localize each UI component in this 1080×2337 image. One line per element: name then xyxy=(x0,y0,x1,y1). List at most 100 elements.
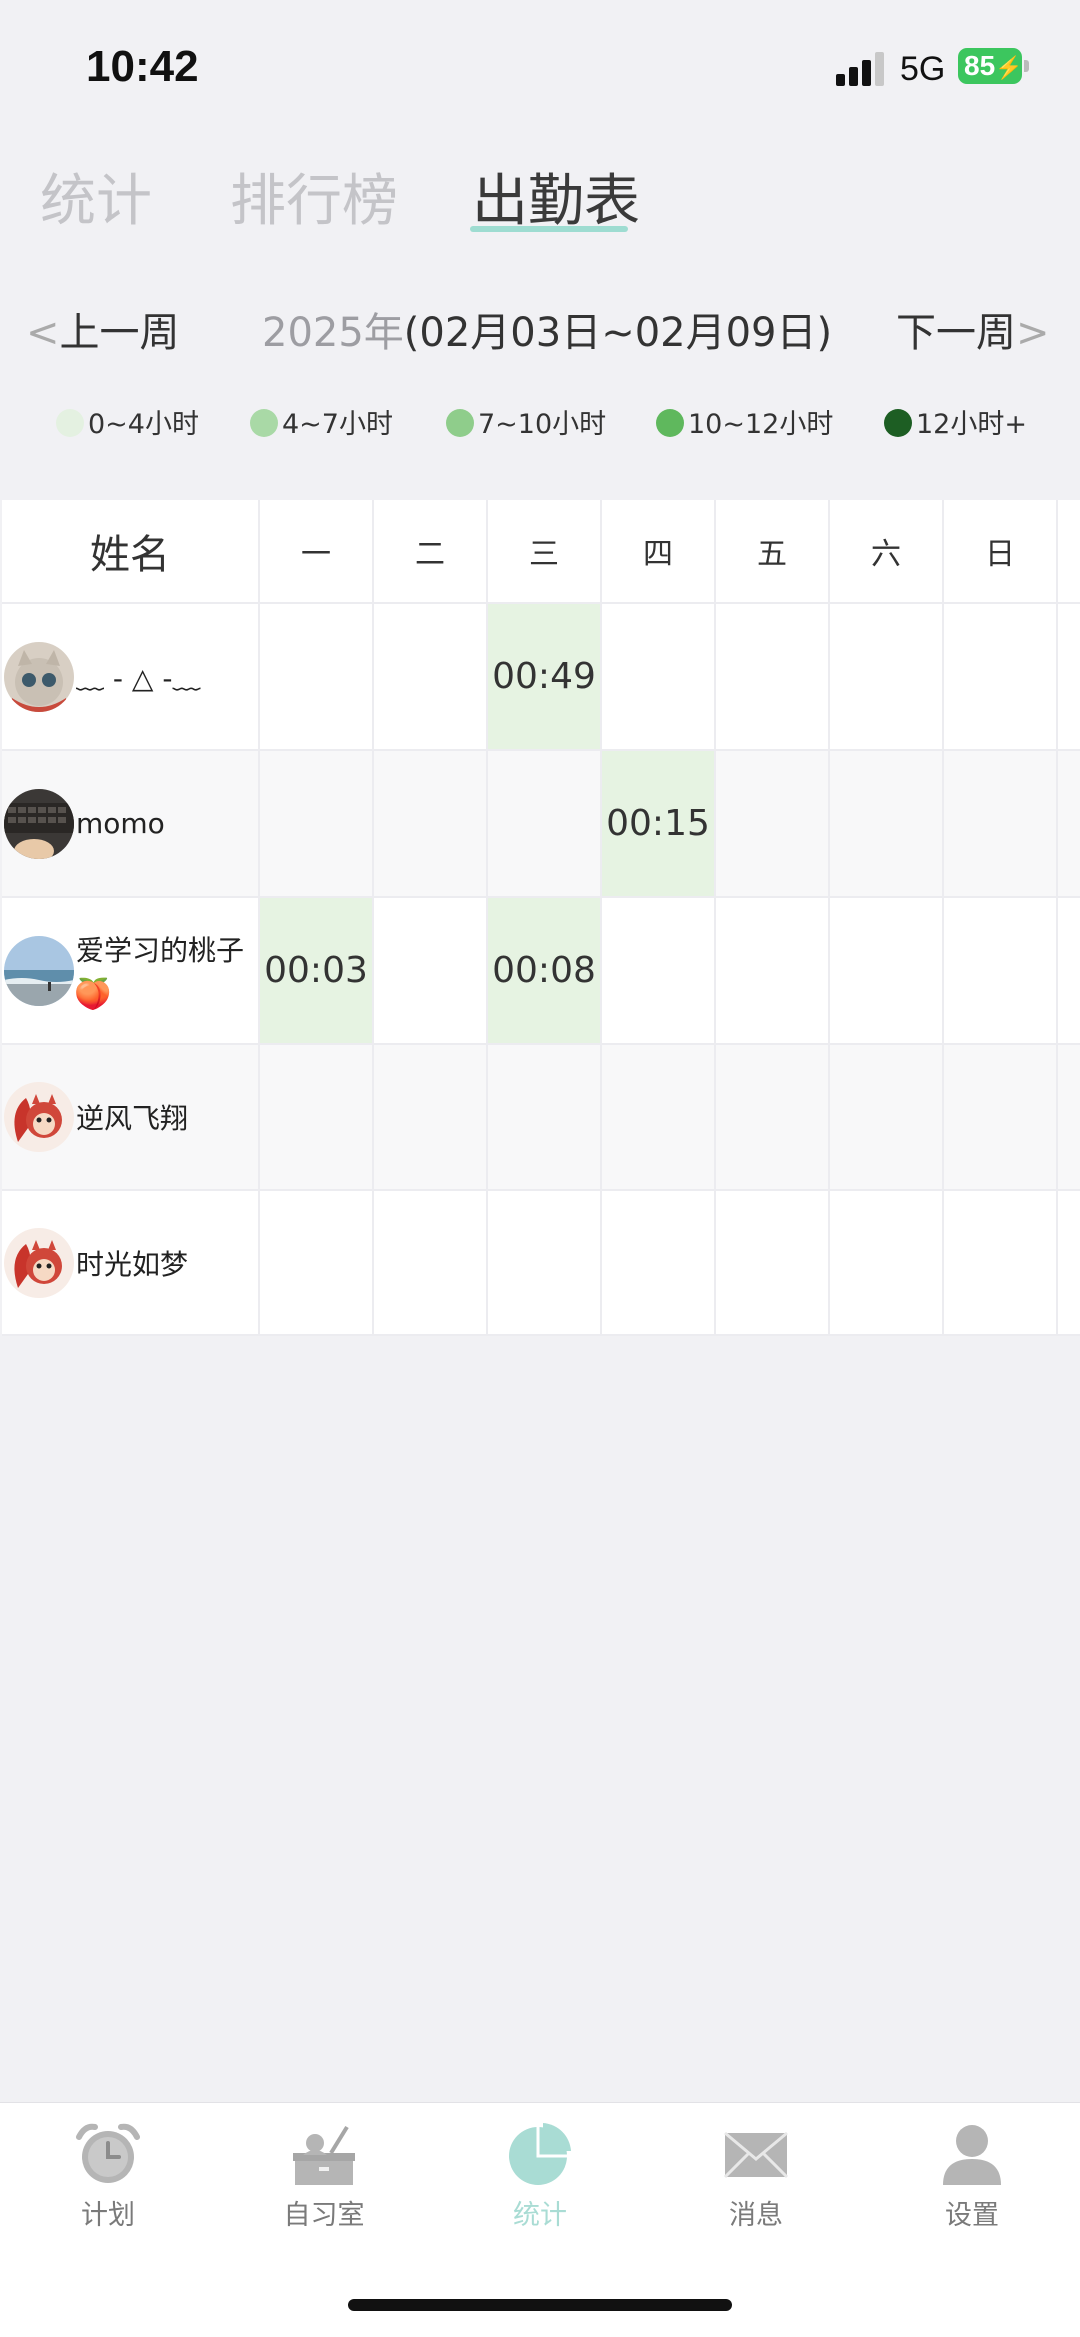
member-name-block: 爱学习的桃子 🍑 xyxy=(74,929,244,1012)
table-edge xyxy=(1058,1191,1080,1336)
nav-label: 消息 xyxy=(729,2200,783,2231)
header-day: 五 xyxy=(716,500,830,604)
day-cell xyxy=(944,1191,1058,1336)
member-name: 逆风飞翔 xyxy=(76,1102,189,1135)
day-cell xyxy=(944,604,1058,751)
week-range-title: 2025年(02月03日~02月09日) xyxy=(262,300,832,358)
chevron-right-icon: > xyxy=(1016,310,1050,356)
tab-ranking[interactable]: 排行榜 xyxy=(230,156,398,237)
day-cell-filled: 00:49 xyxy=(488,604,602,751)
peach-emoji: 🍑 xyxy=(74,977,112,1012)
day-cell xyxy=(716,751,830,898)
legend-item: 0~4小时 xyxy=(56,402,199,441)
day-cell xyxy=(374,1045,488,1191)
member-name-cell: momo xyxy=(2,751,260,898)
home-indicator[interactable] xyxy=(348,2299,732,2311)
member-name-cell: 爱学习的桃子 🍑 xyxy=(2,898,260,1045)
legend-dot xyxy=(656,409,684,437)
day-cell xyxy=(488,1045,602,1191)
day-cell xyxy=(260,1191,374,1336)
member-name: 爱学习的桃子 xyxy=(76,934,245,967)
day-cell xyxy=(944,751,1058,898)
day-cell xyxy=(374,1191,488,1336)
day-cell xyxy=(374,604,488,751)
keyboard-avatar xyxy=(4,788,74,859)
table-header: 姓名 一 二 三 四 五 六 日 xyxy=(2,500,1080,604)
member-name: ﹏ - △ -﹏ xyxy=(76,661,201,695)
table-edge xyxy=(1058,898,1080,1045)
hours-legend: 0~4小时 4~7小时 7~10小时 10~12小时 12小时+ xyxy=(0,396,1080,446)
legend-label: 7~10小时 xyxy=(478,409,607,440)
day-cell xyxy=(830,898,944,1045)
alarm-clock-icon xyxy=(73,2119,143,2189)
table-row[interactable]: 逆风飞翔 xyxy=(2,1045,1080,1191)
table-row[interactable]: ﹏ - △ -﹏ 00:49 xyxy=(2,604,1080,751)
network-type: 5G xyxy=(900,50,946,88)
header-day: 二 xyxy=(374,500,488,604)
day-cell xyxy=(488,1191,602,1336)
table-row[interactable]: momo 00:15 xyxy=(2,751,1080,898)
legend-label: 12小时+ xyxy=(916,409,1027,440)
day-cell xyxy=(830,751,944,898)
member-name-cell: 时光如梦 xyxy=(2,1191,260,1336)
day-cell xyxy=(830,1045,944,1191)
nav-label: 设置 xyxy=(945,2200,999,2231)
day-cell xyxy=(374,751,488,898)
day-cell xyxy=(944,1045,1058,1191)
squirrel-avatar xyxy=(4,1082,74,1152)
header-day: 日 xyxy=(944,500,1058,604)
legend-label: 0~4小时 xyxy=(88,409,199,440)
table-row[interactable]: 爱学习的桃子 🍑 00:03 00:08 xyxy=(2,898,1080,1045)
nav-label: 计划 xyxy=(81,2200,135,2231)
day-cell xyxy=(374,898,488,1045)
day-cell xyxy=(488,751,602,898)
day-cell xyxy=(716,898,830,1045)
nav-plan[interactable]: 计划 xyxy=(38,2119,178,2232)
header-day: 六 xyxy=(830,500,944,604)
day-cell xyxy=(944,898,1058,1045)
chevron-left-icon: < xyxy=(26,310,60,356)
member-name-cell: 逆风飞翔 xyxy=(2,1045,260,1191)
header-day: 一 xyxy=(260,500,374,604)
legend-label: 10~12小时 xyxy=(688,409,834,440)
top-tabs: 统计 排行榜 出勤表 xyxy=(0,150,1080,250)
table-edge xyxy=(1058,751,1080,898)
day-cell xyxy=(716,604,830,751)
study-desk-icon xyxy=(289,2119,359,2189)
day-cell xyxy=(602,1191,716,1336)
week-year: 2025年 xyxy=(262,310,404,356)
day-cell xyxy=(602,898,716,1045)
day-cell-filled: 00:15 xyxy=(602,751,716,898)
legend-dot xyxy=(56,409,84,437)
next-week-button[interactable]: 下一周> xyxy=(896,300,1050,358)
nav-study-room[interactable]: 自习室 xyxy=(254,2119,394,2232)
signal-icon xyxy=(836,52,886,86)
status-time: 10:42 xyxy=(86,42,199,91)
legend-dot xyxy=(884,409,912,437)
tab-attendance[interactable]: 出勤表 xyxy=(472,156,640,237)
legend-item: 12小时+ xyxy=(884,402,1027,441)
nav-label: 统计 xyxy=(513,2200,567,2231)
prev-week-button[interactable]: <上一周 xyxy=(26,300,180,358)
day-cell xyxy=(716,1045,830,1191)
day-cell xyxy=(602,604,716,751)
battery-icon: 85⚡ xyxy=(958,48,1023,84)
day-cell xyxy=(716,1191,830,1336)
status-bar: 10:42 5G 85⚡ xyxy=(0,0,1080,130)
pie-chart-icon xyxy=(505,2119,575,2189)
day-cell-filled: 00:03 xyxy=(260,898,374,1045)
beach-avatar xyxy=(4,935,74,1006)
table-edge xyxy=(1058,500,1080,604)
nav-statistics[interactable]: 统计 xyxy=(470,2119,610,2232)
week-navigation: <上一周 2025年(02月03日~02月09日) 下一周> xyxy=(0,296,1080,366)
battery-tip xyxy=(1024,60,1029,72)
cat-avatar xyxy=(4,641,74,712)
squirrel-avatar xyxy=(4,1227,74,1298)
table-edge xyxy=(1058,604,1080,751)
tab-statistics[interactable]: 统计 xyxy=(40,156,152,237)
nav-settings[interactable]: 设置 xyxy=(902,2119,1042,2232)
nav-messages[interactable]: 消息 xyxy=(686,2119,826,2232)
day-cell xyxy=(260,1045,374,1191)
person-icon xyxy=(937,2119,1007,2189)
table-row[interactable]: 时光如梦 xyxy=(2,1191,1080,1336)
